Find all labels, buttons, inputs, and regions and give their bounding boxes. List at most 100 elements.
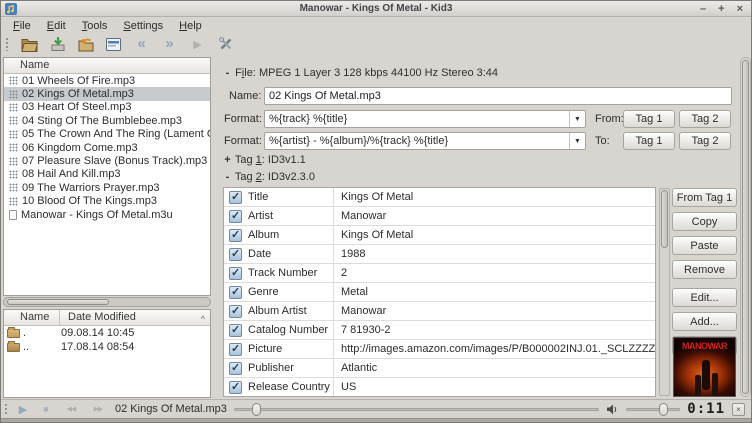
filename-from-tag2-button[interactable]: Tag 2 [679,110,731,128]
file-row-selected[interactable]: 02 Kings Of Metal.mp3 [4,87,210,100]
vscrollbar-thumb[interactable] [661,190,668,248]
menu-file[interactable]: File [5,18,39,34]
maximize-button[interactable]: + [718,4,724,14]
seek-slider-handle[interactable] [252,403,261,416]
paste-button[interactable]: Paste [672,236,737,255]
file-list-hscrollbar[interactable] [3,297,211,307]
tag1-from-filename-button[interactable]: Tag 1 [623,132,675,150]
format-from-tag-combo[interactable]: %{track} %{title} ▼ [264,110,586,128]
open-folder-button[interactable] [20,35,39,53]
tag-field-row-album-artist[interactable]: Album ArtistManowar [224,302,655,321]
settings-button[interactable] [216,35,235,53]
tag-field-row-release-country[interactable]: Release CountryUS [224,378,655,397]
dir-row[interactable]: . 09.08.14 10:45 [4,326,210,340]
file-row[interactable]: 06 Kingdom Come.mp3 [4,141,210,154]
playlist-button[interactable] [104,35,123,53]
minimize-button[interactable]: – [700,4,706,14]
filename-from-tag1-button[interactable]: Tag 1 [623,110,675,128]
tag2-from-filename-button[interactable]: Tag 2 [679,132,731,150]
tag-field-row-title[interactable]: TitleKings Of Metal [224,188,655,207]
tag-field-row-artist[interactable]: ArtistManowar [224,207,655,226]
tag-field-row-album[interactable]: AlbumKings Of Metal [224,226,655,245]
chevron-down-icon[interactable]: ▼ [569,111,585,127]
play-button[interactable]: ▶ [188,35,207,53]
field-checkbox[interactable] [229,191,242,204]
dir-row[interactable]: .. 17.08.14 08:54 [4,340,210,354]
field-checkbox[interactable] [229,362,242,375]
player-previous-button[interactable]: ◀◀ [61,401,81,417]
file-row[interactable]: 03 Heart Of Steel.mp3 [4,101,210,114]
field-checkbox[interactable] [229,286,242,299]
field-checkbox[interactable] [229,324,242,337]
speaker-icon[interactable] [606,404,619,415]
menu-tools[interactable]: Tools [74,18,116,34]
right-panel-vscrollbar[interactable] [740,57,751,397]
file-row[interactable]: 09 The Warriors Prayer.mp3 [4,181,210,194]
field-checkbox[interactable] [229,267,242,280]
previous-file-button[interactable]: « [132,35,151,53]
field-value[interactable]: Manowar [334,207,655,225]
tag-field-row-picture[interactable]: Picturehttp://images.amazon.com/images/P… [224,340,655,359]
volume-slider[interactable] [626,402,680,416]
seek-slider[interactable] [234,402,599,416]
field-value[interactable]: 2 [334,264,655,282]
from-tag1-button[interactable]: From Tag 1 [672,188,737,207]
tag-field-row-track-number[interactable]: Track Number2 [224,264,655,283]
field-checkbox[interactable] [229,305,242,318]
volume-slider-handle[interactable] [659,403,668,416]
file-section-header[interactable]: - File: MPEG 1 Layer 3 128 kbps 44100 Hz… [223,67,498,79]
menu-help[interactable]: Help [171,18,210,34]
close-button[interactable]: × [737,4,743,14]
field-value[interactable]: Manowar [334,302,655,320]
player-next-button[interactable]: ▶▶ [88,401,108,417]
field-checkbox[interactable] [229,229,242,242]
field-checkbox[interactable] [229,381,242,394]
filename-input[interactable] [264,87,732,105]
field-value[interactable]: http://images.amazon.com/images/P/B00000… [334,340,655,358]
menu-settings[interactable]: Settings [115,18,171,34]
tag-table-vscrollbar[interactable] [659,188,670,396]
next-file-button[interactable]: » [160,35,179,53]
file-row[interactable]: 01 Wheels Of Fire.mp3 [4,74,210,87]
hscrollbar-thumb[interactable] [7,299,109,305]
file-row[interactable]: 05 The Crown And The Ring (Lament Of Th [4,128,210,141]
remove-button[interactable]: Remove [672,260,737,279]
tag-field-row-catalog-number[interactable]: Catalog Number7 81930-2 [224,321,655,340]
sort-indicator-icon[interactable]: ^ [201,312,205,327]
vscrollbar-thumb[interactable] [742,60,749,394]
menu-edit[interactable]: Edit [39,18,74,34]
toolbar-drag-handle[interactable] [5,37,9,51]
format-to-tag-combo[interactable]: %{artist} - %{album}/%{track} %{title} ▼ [264,132,586,150]
field-checkbox[interactable] [229,343,242,356]
tag2-section-header[interactable]: - Tag 2: ID3v2.3.0 [223,171,315,183]
collapse-icon[interactable]: - [223,67,232,79]
dir-column-date-modified[interactable]: Date Modified [60,310,210,325]
file-list-header[interactable]: Name [4,58,210,74]
album-art[interactable]: MANOWAR [673,337,736,397]
chevron-down-icon[interactable]: ▼ [569,133,585,149]
save-button[interactable] [48,35,67,53]
player-close-button[interactable]: × [732,403,745,416]
file-row[interactable]: 08 Hail And Kill.mp3 [4,168,210,181]
tag1-section-header[interactable]: + Tag 1: ID3v1.1 [223,154,306,166]
field-value[interactable]: 7 81930-2 [334,321,655,339]
add-button[interactable]: Add... [672,312,737,331]
copy-button[interactable]: Copy [672,212,737,231]
file-row[interactable]: 04 Sting Of The Bumblebee.mp3 [4,114,210,127]
field-value[interactable]: US [334,378,655,396]
tag-field-row-publisher[interactable]: PublisherAtlantic [224,359,655,378]
titlebar[interactable]: Manowar - Kings Of Metal - Kid3 – + × [1,1,751,17]
field-value[interactable]: Metal [334,283,655,301]
playlist-file-row[interactable]: Manowar - Kings Of Metal.m3u [4,208,210,221]
dir-column-name[interactable]: Name [4,310,60,325]
collapse-icon[interactable]: - [223,171,232,183]
tag-field-row-genre[interactable]: GenreMetal [224,283,655,302]
field-value[interactable]: Kings Of Metal [334,188,655,206]
field-checkbox[interactable] [229,248,242,261]
player-drag-handle[interactable] [4,403,8,416]
player-stop-button[interactable]: ■ [38,401,54,417]
field-value[interactable]: Atlantic [334,359,655,377]
field-checkbox[interactable] [229,210,242,223]
tag-field-row-date[interactable]: Date1988 [224,245,655,264]
edit-button[interactable]: Edit... [672,288,737,307]
